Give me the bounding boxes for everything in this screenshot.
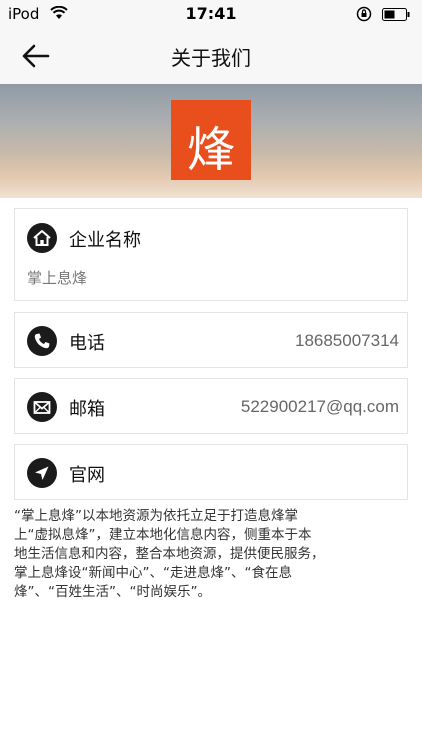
website-card[interactable]: 官网	[14, 444, 408, 500]
company-name-card: 企业名称 掌上息烽	[14, 208, 408, 301]
status-bar: iPod 17:41	[0, 0, 422, 28]
location-arrow-icon	[27, 458, 57, 488]
phone-label: 电话	[69, 333, 105, 354]
phone-card[interactable]: 电话 18685007314	[14, 312, 408, 368]
website-label: 官网	[69, 465, 105, 486]
company-name-label: 企业名称	[69, 230, 141, 251]
email-card[interactable]: 邮箱 522900217@qq.com	[14, 378, 408, 434]
app-logo: 烽	[171, 100, 251, 180]
email-value[interactable]: 522900217@qq.com	[241, 397, 399, 417]
home-icon	[27, 223, 57, 253]
navigation-bar: 关于我们	[0, 28, 422, 84]
rotation-lock-icon	[356, 6, 372, 22]
company-name-value: 掌上息烽	[27, 269, 88, 287]
mail-icon	[27, 392, 57, 422]
page-title: 关于我们	[171, 46, 251, 70]
logo-glyph: 烽	[186, 122, 235, 178]
email-label: 邮箱	[69, 399, 105, 420]
battery-icon	[382, 8, 410, 21]
phone-value[interactable]: 18685007314	[295, 331, 399, 351]
description-text: “掌上息烽”以本地资源为依托立足于打造息烽掌 上“虚拟息烽”，建立本地化信息内容…	[14, 508, 325, 600]
phone-icon	[27, 326, 57, 356]
